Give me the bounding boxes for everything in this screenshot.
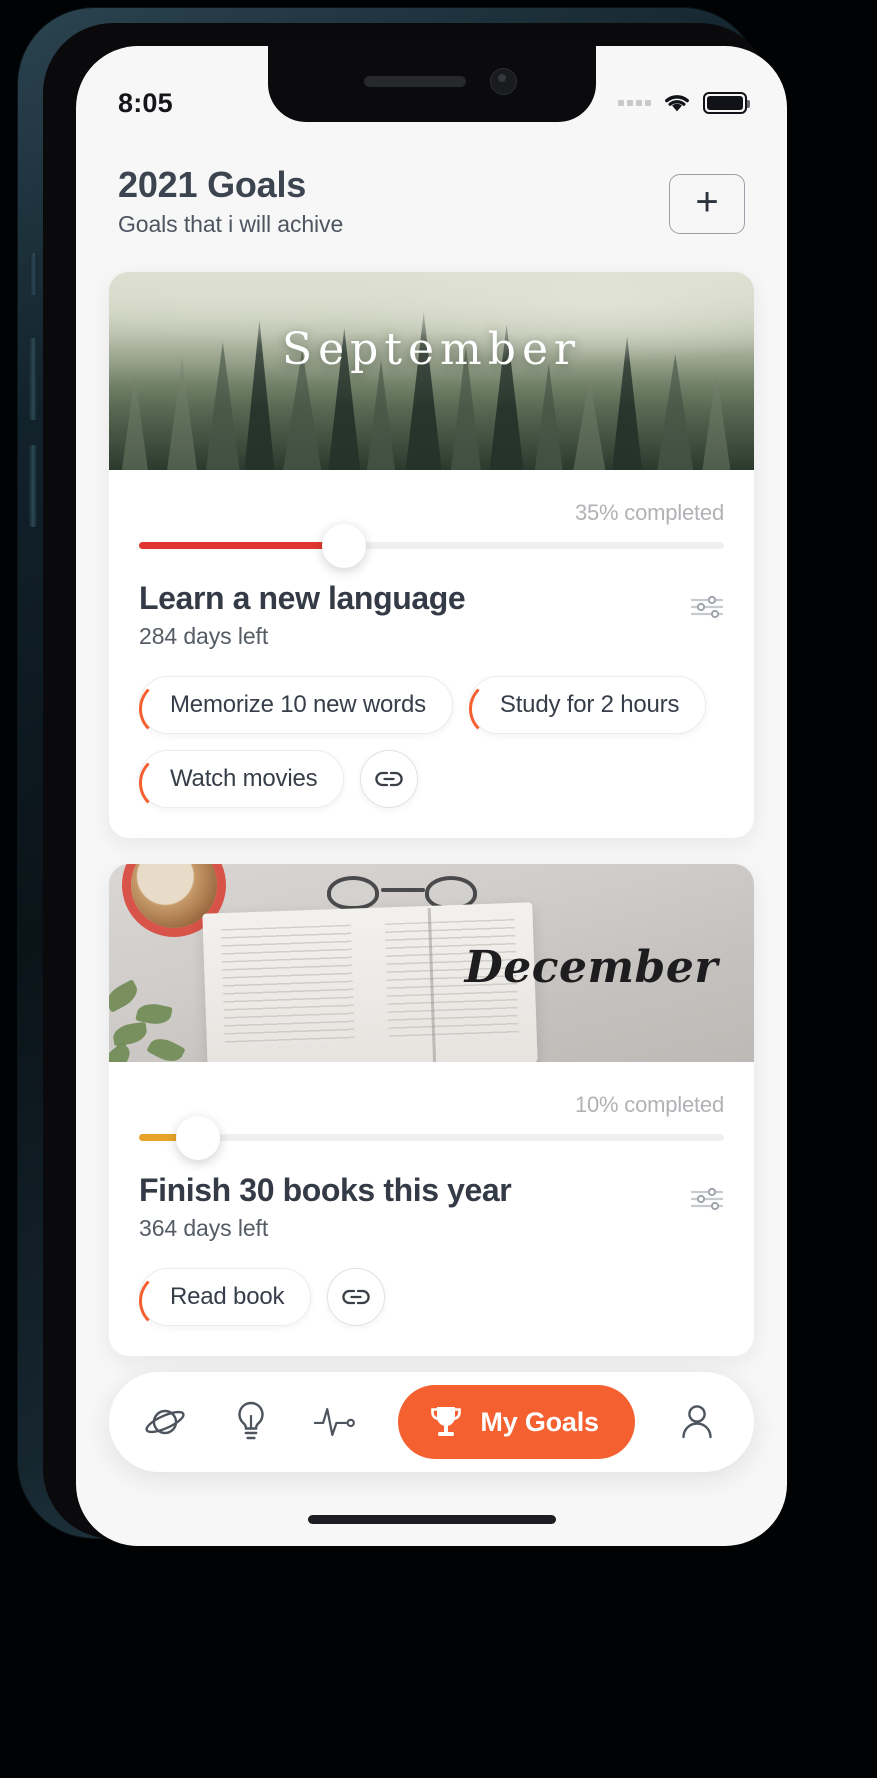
- add-goal-button[interactable]: +: [669, 174, 745, 234]
- plus-icon: +: [695, 179, 719, 224]
- mute-switch[interactable]: [30, 253, 37, 295]
- page-title: 2021 Goals: [118, 164, 307, 205]
- phone-frame: 8:05 2021 Goals Goals that i will achive…: [18, 8, 787, 1546]
- add-link-button[interactable]: [327, 1268, 386, 1326]
- screenshot-stage: 8:05 2021 Goals Goals that i will achive…: [0, 0, 877, 1778]
- wifi-icon: [665, 95, 689, 112]
- goal-progress[interactable]: 35% completed: [139, 500, 724, 568]
- status-time: 8:05: [118, 87, 173, 118]
- goal-month-label: December: [464, 942, 718, 993]
- volume-up-button[interactable]: [29, 338, 37, 420]
- signal-dots-icon: [618, 100, 651, 106]
- battery-full-icon: [703, 92, 750, 114]
- goal-month-label: September: [281, 324, 582, 375]
- earpiece-speaker: [363, 76, 466, 87]
- progress-label: 10% completed: [574, 1092, 724, 1117]
- home-indicator[interactable]: [307, 1515, 556, 1524]
- progress-thumb[interactable]: [175, 1115, 220, 1160]
- goal-heading: Learn a new language 284 days left: [139, 580, 724, 650]
- trophy-icon: [431, 1407, 462, 1436]
- progress-fill: [139, 542, 344, 549]
- goal-days-left: 364 days left: [139, 1215, 269, 1241]
- goal-days-left: 284 days left: [139, 623, 269, 649]
- progress-label: 35% completed: [574, 500, 724, 525]
- pulse-icon: [314, 1408, 356, 1436]
- planet-icon: [145, 1409, 185, 1435]
- goal-card-body: 10% completed Finish 30 books this year …: [109, 1062, 754, 1356]
- nav-item-explore[interactable]: [143, 1399, 189, 1445]
- goal-card[interactable]: September 35% completed Learn a new lang…: [109, 272, 754, 838]
- phone-screen: 8:05 2021 Goals Goals that i will achive…: [76, 46, 787, 1546]
- goal-card-body: 35% completed Learn a new language 284 d…: [109, 470, 754, 838]
- goal-task-chips: Memorize 10 new words Study for 2 hours …: [139, 676, 724, 812]
- progress-track[interactable]: [139, 523, 724, 568]
- goal-progress[interactable]: 10% completed: [139, 1092, 724, 1160]
- nav-item-ideas[interactable]: [228, 1399, 274, 1445]
- app-header: 2021 Goals Goals that i will achive +: [76, 164, 787, 238]
- notch: [267, 46, 596, 122]
- nav-my-goals-label: My Goals: [480, 1406, 599, 1437]
- sliders-icon[interactable]: [690, 594, 724, 620]
- status-indicators: [618, 92, 750, 114]
- task-chip[interactable]: Memorize 10 new words: [139, 676, 453, 738]
- page-subtitle: Goals that i will achive: [118, 211, 344, 238]
- goal-task-chips: Read book: [139, 1268, 724, 1330]
- goal-hero-image: September: [109, 272, 754, 470]
- task-chip[interactable]: Study for 2 hours: [468, 676, 707, 738]
- volume-down-button[interactable]: [29, 445, 37, 527]
- goals-list[interactable]: September 35% completed Learn a new lang…: [76, 272, 787, 1546]
- link-icon: [342, 1289, 371, 1305]
- nav-item-activity[interactable]: [313, 1399, 359, 1445]
- lightbulb-icon: [238, 1401, 264, 1440]
- phone-bezel: 8:05 2021 Goals Goals that i will achive…: [43, 23, 787, 1546]
- task-chip[interactable]: Read book: [139, 1268, 312, 1330]
- plant-leaves: [109, 962, 233, 1062]
- goal-heading: Finish 30 books this year 364 days left: [139, 1172, 724, 1242]
- progress-track[interactable]: [139, 1115, 724, 1160]
- nav-item-my-goals[interactable]: My Goals: [398, 1385, 635, 1459]
- front-camera: [489, 68, 517, 95]
- bottom-navigation: My Goals: [109, 1372, 754, 1472]
- goal-title: Learn a new language: [139, 580, 466, 616]
- nav-item-profile[interactable]: [674, 1399, 720, 1445]
- header-text-block: 2021 Goals Goals that i will achive: [118, 164, 343, 238]
- link-icon: [375, 771, 404, 787]
- goal-card[interactable]: December 10% completed Finish 30 books t…: [109, 864, 754, 1356]
- sliders-icon[interactable]: [690, 1186, 724, 1212]
- progress-thumb[interactable]: [321, 523, 366, 568]
- person-icon: [682, 1405, 712, 1439]
- add-link-button[interactable]: [360, 750, 419, 808]
- goal-hero-image: December: [109, 864, 754, 1062]
- goal-title: Finish 30 books this year: [139, 1172, 512, 1208]
- task-chip[interactable]: Watch movies: [139, 750, 345, 812]
